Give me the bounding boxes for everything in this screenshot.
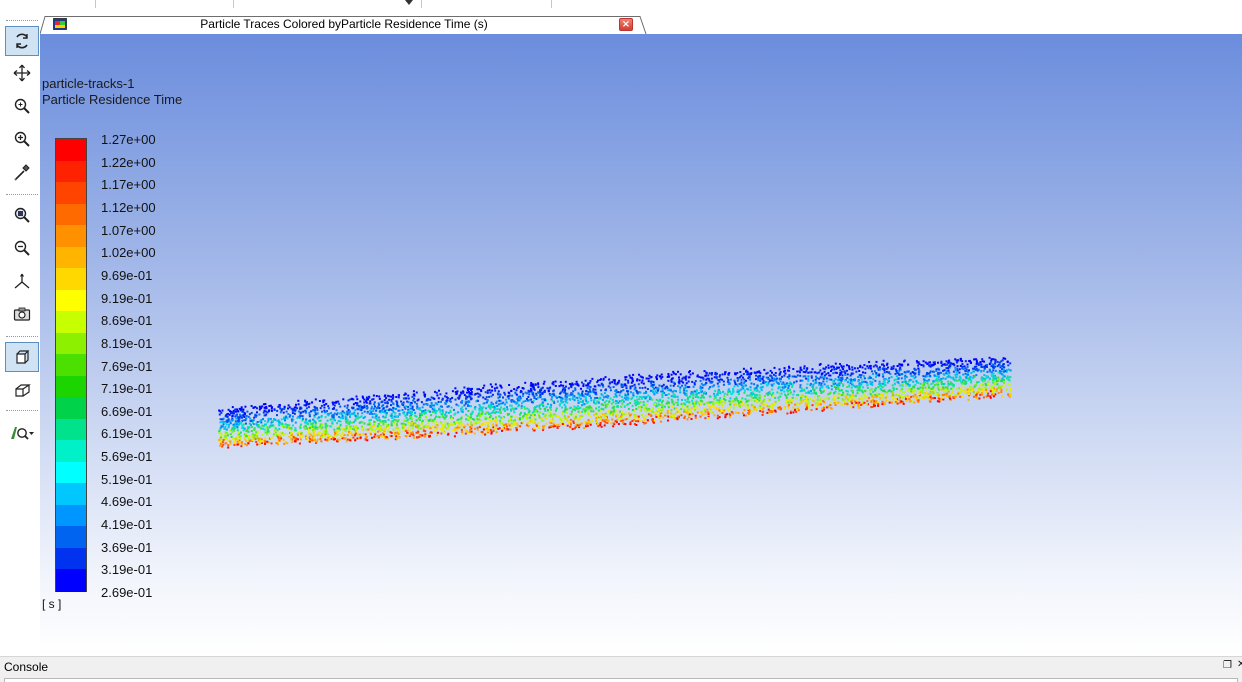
colormap-band (56, 440, 86, 463)
toolbar-separator (6, 336, 38, 337)
display-options-icon (11, 427, 34, 440)
top-control[interactable] (0, 0, 96, 8)
axes-button[interactable] (6, 266, 38, 296)
perspective-view-button[interactable] (6, 375, 38, 405)
colormap-band (56, 461, 86, 484)
colormap-label: 9.19e-01 (101, 290, 153, 306)
zoom-to-fit-button[interactable] (6, 200, 38, 230)
particle-cloud (218, 356, 1012, 449)
colormap-band (56, 483, 86, 506)
zoom-out-icon (14, 240, 30, 256)
colormap-label: 8.69e-01 (101, 313, 153, 329)
chevron-down-icon[interactable] (405, 0, 413, 5)
app-window: Particle Traces Colored byParticle Resid… (0, 0, 1242, 682)
colormap-band (56, 225, 86, 248)
tab-title: Particle Traces Colored byParticle Resid… (200, 17, 488, 31)
probe-icon (14, 164, 30, 181)
zoom-in-button[interactable] (6, 124, 38, 154)
rotate-button[interactable] (5, 26, 39, 56)
top-control[interactable] (422, 0, 552, 8)
colormap-band (56, 526, 86, 549)
camera-button[interactable] (6, 299, 38, 329)
colormap-band (56, 268, 86, 291)
colormap-band (56, 418, 86, 441)
colormap-label: 1.07e+00 (101, 222, 156, 238)
colormap-label: 6.69e-01 (101, 403, 153, 419)
colormap-label: 4.69e-01 (101, 494, 153, 510)
colormap-label: 3.69e-01 (101, 539, 153, 555)
camera-icon (13, 307, 31, 321)
colormap-label: 6.19e-01 (101, 426, 153, 442)
colormap-label: 3.19e-01 (101, 562, 153, 578)
colormap-label: 5.19e-01 (101, 471, 153, 487)
graphics-tab[interactable]: Particle Traces Colored byParticle Resid… (40, 16, 648, 34)
console-body[interactable] (4, 678, 1238, 682)
colormap-label: 1.12e+00 (101, 199, 156, 215)
colormap-band (56, 203, 86, 226)
zoom-to-fit-icon (14, 207, 30, 223)
zoom-in-icon (14, 131, 30, 147)
display-options-button[interactable] (6, 418, 38, 448)
top-dropdown[interactable] (234, 0, 422, 8)
object-name-label: particle-tracks-1 (42, 76, 135, 91)
colormap-label: 1.02e+00 (101, 245, 156, 261)
colormap-label: 7.19e-01 (101, 381, 153, 397)
colormap-band (56, 375, 86, 398)
zoom-button[interactable] (6, 91, 38, 121)
colormap-band (56, 397, 86, 420)
colormap-band (56, 182, 86, 205)
unit-label: [ s ] (42, 597, 62, 611)
colormap-band (56, 504, 86, 527)
toolbar-separator (6, 20, 38, 21)
restore-icon[interactable]: ❐ (1223, 660, 1232, 671)
colormap-label: 7.69e-01 (101, 358, 153, 374)
colormap-label: 1.27e+00 (101, 132, 156, 147)
colormap-label: 9.69e-01 (101, 267, 153, 283)
perspective-view-icon (15, 384, 31, 397)
colormap-label: 2.69e-01 (101, 585, 153, 600)
colormap-band (56, 569, 86, 592)
pan-icon (13, 64, 31, 82)
colormap-band (56, 246, 86, 269)
close-icon[interactable]: × (619, 18, 633, 31)
pan-button[interactable] (6, 58, 38, 88)
graphics-toolbar (0, 12, 40, 656)
console-title: Console (4, 660, 49, 674)
colormap-band (56, 311, 86, 334)
graphics-viewport[interactable]: particle-tracks-1 Particle Residence Tim… (40, 34, 1242, 656)
toolbar-separator (6, 410, 38, 411)
colormap-label: 8.19e-01 (101, 335, 153, 351)
top-control[interactable] (96, 0, 234, 8)
top-toolbar-strip (0, 0, 1242, 12)
colormap-bar (55, 138, 87, 592)
probe-button[interactable] (6, 157, 38, 187)
rotate-icon (16, 33, 28, 49)
colormap-band (56, 354, 86, 377)
orthographic-view-button[interactable] (5, 342, 39, 372)
colormap-band (56, 160, 86, 183)
zoom-out-button[interactable] (6, 233, 38, 263)
orthographic-view-icon (16, 350, 30, 364)
colormap-label: 5.69e-01 (101, 449, 153, 465)
axes-icon (14, 273, 30, 289)
colormap-label: 4.19e-01 (101, 517, 153, 533)
toolbar-separator (6, 194, 38, 195)
zoom-icon (14, 98, 30, 114)
particle-traces (218, 356, 1012, 449)
variable-name-label: Particle Residence Time (42, 92, 183, 107)
close-icon[interactable]: ✕ (1237, 659, 1242, 670)
colormap-band (56, 547, 86, 571)
colormap-band (56, 139, 86, 162)
colormap-label: 1.22e+00 (101, 154, 156, 170)
colormap-band (56, 332, 86, 355)
console-panel-header: Console ❐ ✕ (0, 656, 1242, 682)
colormap-label: 1.17e+00 (101, 177, 156, 193)
colormap-band (56, 289, 86, 312)
